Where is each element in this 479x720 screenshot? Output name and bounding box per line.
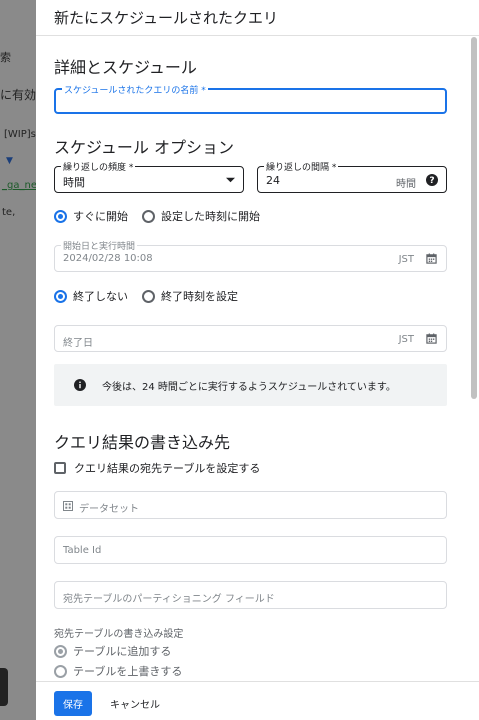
start-time-label: 開始日と実行時間 [61, 239, 138, 252]
end-timezone: JST [398, 334, 414, 345]
start-now-label: すぐに開始 [73, 210, 128, 223]
radio-button[interactable] [142, 289, 155, 303]
query-name-field[interactable]: スケジュールされたクエリの名前 * [54, 83, 447, 114]
svg-text:?: ? [429, 176, 434, 186]
set-destination-label: クエリ結果の宛先テーブルを設定する [74, 462, 261, 475]
frequency-select[interactable]: 繰り返しの頻度 * 時間 [54, 160, 244, 193]
dataset-placeholder: データセット [79, 504, 139, 515]
never-end-label: 終了しない [73, 290, 128, 303]
destination-heading: クエリ結果の書き込み先 [54, 433, 231, 452]
end-date-field: 終了日 JST [54, 325, 447, 352]
help-icon[interactable]: ? [426, 174, 438, 186]
write-setting-label: 宛先テーブルの書き込み設定 [54, 629, 184, 640]
partition-placeholder: 宛先テーブルのパーティショニング フィールド [63, 594, 275, 605]
bg-dark-tab [0, 668, 8, 706]
interval-value: 24 [266, 174, 280, 187]
cancel-button[interactable]: キャンセル [104, 691, 166, 716]
bg-fragment-enabled: に有効 [0, 88, 37, 102]
dataset-icon [63, 501, 73, 511]
set-end-time-label: 終了時刻を設定 [161, 290, 238, 303]
interval-unit: 時間 [396, 179, 416, 190]
start-at-time-radio[interactable]: 設定した時刻に開始 [142, 208, 260, 224]
drawer-scroll-body[interactable]: 詳細とスケジュール スケジュールされたクエリの名前 * スケジュール オプション… [36, 36, 479, 681]
write-overwrite-radio: テーブルを上書きする [54, 663, 182, 679]
start-time-field: 開始日と実行時間 2024/02/28 10:08 JST [54, 239, 447, 272]
start-timezone: JST [398, 254, 414, 265]
background-page: 索 に有効 [WIP]si ▼ _ga_new te, [0, 0, 40, 720]
write-append-label: テーブルに追加する [73, 645, 172, 658]
start-at-time-label: 設定した時刻に開始 [161, 210, 260, 223]
radio-button[interactable] [54, 289, 67, 303]
calendar-icon [426, 333, 437, 344]
table-id-field: Table Id [54, 536, 447, 564]
calendar-icon [426, 253, 437, 264]
scrollbar-thumb[interactable] [471, 37, 477, 399]
never-end-radio[interactable]: 終了しない [54, 288, 128, 304]
bg-fragment-text: te, [2, 207, 16, 218]
interval-field[interactable]: 繰り返しの間隔 * 24 時間 ? [257, 160, 447, 193]
start-time-value: 2024/02/28 10:08 [63, 253, 153, 264]
set-destination-checkbox[interactable] [54, 462, 66, 474]
set-end-time-radio[interactable]: 終了時刻を設定 [142, 288, 238, 304]
radio-button [54, 664, 67, 678]
set-destination-checkbox-row[interactable]: クエリ結果の宛先テーブルを設定する [54, 460, 260, 476]
save-button[interactable]: 保存 [54, 691, 92, 716]
details-heading: 詳細とスケジュール [54, 58, 197, 77]
start-now-radio[interactable]: すぐに開始 [54, 208, 128, 224]
bg-fragment-wip: [WIP]si [4, 129, 39, 140]
radio-button[interactable] [142, 209, 155, 223]
radio-button [54, 644, 67, 658]
radio-button[interactable] [54, 209, 67, 223]
drawer-footer: 保存 キャンセル [36, 681, 479, 720]
partition-field: 宛先テーブルのパーティショニング フィールド [54, 581, 447, 609]
end-date-placeholder: 終了日 [63, 338, 93, 349]
schedule-options-heading: スケジュール オプション [54, 138, 234, 157]
frequency-value: 時間 [63, 176, 85, 189]
schedule-info-box: 今後は、24 時間ごとに実行するようスケジュールされています。 [54, 364, 447, 406]
drawer-title: 新たにスケジュールされたクエリ [54, 9, 278, 27]
bg-fragment-search: 索 [0, 51, 11, 64]
dataset-field: データセット [54, 491, 447, 519]
write-append-radio: テーブルに追加する [54, 643, 171, 659]
dropdown-arrow-icon [226, 177, 235, 183]
table-id-placeholder: Table Id [63, 545, 102, 556]
frequency-label: 繰り返しの頻度 * [61, 160, 136, 173]
end-radio-group: 終了しない 終了時刻を設定 [54, 288, 252, 304]
bg-fragment-link: _ga_new [2, 180, 40, 191]
query-name-label: スケジュールされたクエリの名前 * [62, 83, 208, 96]
write-overwrite-label: テーブルを上書きする [73, 665, 183, 678]
info-icon [74, 379, 86, 391]
start-radio-group: すぐに開始 設定した時刻に開始 [54, 208, 274, 224]
scheduled-query-drawer: 新たにスケジュールされたクエリ 詳細とスケジュール スケジュールされたクエリの名… [36, 0, 479, 720]
interval-label: 繰り返しの間隔 * [264, 160, 339, 173]
bg-dropdown-icon: ▼ [6, 156, 13, 166]
schedule-info-text: 今後は、24 時間ごとに実行するようスケジュールされています。 [102, 382, 396, 393]
